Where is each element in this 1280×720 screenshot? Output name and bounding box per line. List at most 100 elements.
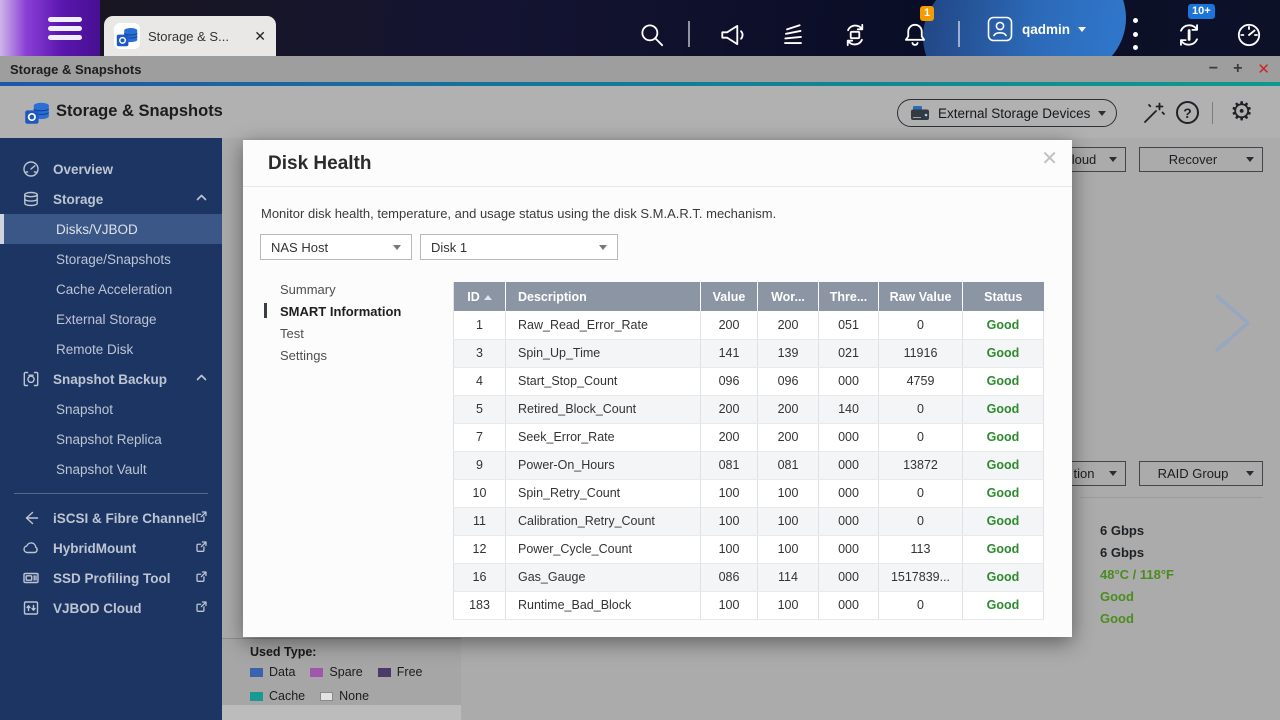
table-row[interactable]: 183Runtime_Bad_Block1001000000Good [454, 591, 1044, 619]
dashboard-icon[interactable] [1234, 20, 1264, 50]
sidebar-item-snapshot[interactable]: Snapshot [0, 394, 222, 424]
table-cell: 0 [879, 591, 963, 619]
table-cell: 081 [758, 451, 819, 479]
dialog-close-icon[interactable]: ✕ [1041, 146, 1058, 171]
column-header-description[interactable]: Description [506, 282, 701, 311]
table-cell: Seek_Error_Rate [506, 423, 701, 451]
table-cell: 7 [454, 423, 506, 451]
background-tasks-badge: 10+ [1188, 4, 1215, 19]
table-cell: 12 [454, 535, 506, 563]
header-divider [1212, 102, 1213, 124]
sidebar-item-overview[interactable]: Overview [0, 154, 222, 184]
sidebar-item-external-storage[interactable]: External Storage [0, 304, 222, 334]
table-cell: 100 [758, 507, 819, 535]
column-header-value[interactable]: Value [701, 282, 758, 311]
sidebar-item-vjbod-cloud[interactable]: VJBOD Cloud [0, 593, 222, 623]
column-header-thre-[interactable]: Thre... [819, 282, 879, 311]
sidebar-item-snapshot-vault[interactable]: Snapshot Vault [0, 454, 222, 484]
sidebar-item-storage[interactable]: Storage [0, 184, 222, 214]
window-maximize-icon[interactable]: + [1233, 61, 1242, 77]
user-menu[interactable]: qadmin [986, 15, 1086, 43]
sidebar-item-label: Storage [53, 192, 103, 207]
table-cell: 000 [819, 507, 879, 535]
nas-host-select[interactable]: NAS Host [260, 234, 412, 260]
sidebar-item-label: Remote Disk [56, 342, 133, 357]
tab-close-icon[interactable]: ✕ [254, 28, 266, 45]
table-cell: 0 [879, 507, 963, 535]
sidebar-item-hybridmount[interactable]: HybridMount [0, 533, 222, 563]
raid-group-dropdown-button[interactable]: RAID Group [1139, 461, 1263, 486]
chevron-up-icon[interactable] [195, 371, 208, 387]
table-row[interactable]: 9Power-On_Hours08108100013872Good [454, 451, 1044, 479]
sidebar-item-ssd-profiling-tool[interactable]: SSD Profiling Tool [0, 563, 222, 593]
sidebar-item-label: Snapshot [56, 402, 113, 417]
table-cell: 200 [758, 423, 819, 451]
dialog-nav-smart-information[interactable]: SMART Information [280, 300, 401, 322]
ssd-icon [22, 569, 40, 587]
table-cell: 200 [701, 395, 758, 423]
column-header-wor-[interactable]: Wor... [758, 282, 819, 311]
sidebar-item-remote-disk[interactable]: Remote Disk [0, 334, 222, 364]
table-row[interactable]: 12Power_Cycle_Count100100000113Good [454, 535, 1044, 563]
dialog-nav-test[interactable]: Test [280, 322, 401, 344]
table-cell: 000 [819, 591, 879, 619]
dialog-nav-settings[interactable]: Settings [280, 344, 401, 366]
table-row[interactable]: 1Raw_Read_Error_Rate2002000510Good [454, 311, 1044, 339]
table-row[interactable]: 10Spin_Retry_Count1001000000Good [454, 479, 1044, 507]
background-tasks-icon[interactable] [1174, 20, 1204, 50]
sidebar-item-cache-acceleration[interactable]: Cache Acceleration [0, 274, 222, 304]
table-row[interactable]: 7Seek_Error_Rate2002000000Good [454, 423, 1044, 451]
search-icon[interactable] [637, 20, 667, 50]
magic-wand-icon[interactable] [1141, 100, 1167, 126]
sync-status-icon[interactable] [840, 20, 870, 50]
notification-bell-icon[interactable] [900, 20, 930, 50]
carousel-next-icon[interactable] [1212, 292, 1254, 359]
sidebar-item-label: External Storage [56, 312, 157, 327]
table-row[interactable]: 4Start_Stop_Count0960960004759Good [454, 367, 1044, 395]
table-row[interactable]: 16Gas_Gauge0861140001517839...Good [454, 563, 1044, 591]
table-cell: 0 [879, 311, 963, 339]
table-cell: 000 [819, 367, 879, 395]
sidebar-item-label: HybridMount [53, 541, 136, 556]
table-cell: 1 [454, 311, 506, 339]
legend-swatch [250, 692, 263, 701]
settings-gear-icon[interactable]: ⚙ [1230, 98, 1256, 124]
more-options-icon[interactable] [1128, 18, 1142, 50]
sidebar-divider [14, 493, 208, 494]
table-row[interactable]: 11Calibration_Retry_Count1001000000Good [454, 507, 1044, 535]
sidebar-item-snapshot-backup[interactable]: Snapshot Backup [0, 364, 222, 394]
column-header-raw-value[interactable]: Raw Value [879, 282, 963, 311]
disk-select[interactable]: Disk 1 [420, 234, 618, 260]
sidebar-item-disks-vjbod[interactable]: Disks/VJBOD [0, 214, 222, 244]
column-header-status[interactable]: Status [963, 282, 1044, 311]
help-icon[interactable]: ? [1176, 101, 1202, 127]
table-cell: 0 [879, 395, 963, 423]
chevron-up-icon[interactable] [195, 191, 208, 207]
window-minimize-icon[interactable]: − [1209, 61, 1218, 77]
table-row[interactable]: 3Spin_Up_Time14113902111916Good [454, 339, 1044, 367]
dialog-title: Disk Health [268, 153, 371, 175]
dialog-nav: SummarySMART InformationTestSettings [280, 278, 401, 366]
table-cell: 139 [758, 339, 819, 367]
window-close-icon[interactable]: ✕ [1257, 62, 1270, 77]
sidebar-item-storage-snapshots[interactable]: Storage/Snapshots [0, 244, 222, 274]
drive-arrows-icon [22, 599, 40, 617]
dialog-nav-summary[interactable]: Summary [280, 278, 401, 300]
table-row[interactable]: 5Retired_Block_Count2002001400Good [454, 395, 1044, 423]
table-cell: 000 [819, 535, 879, 563]
table-cell: 100 [701, 591, 758, 619]
sidebar-item-iscsi-fibre-channel[interactable]: iSCSI & Fibre Channel [0, 503, 222, 533]
disk-info-value: Good [1100, 589, 1134, 604]
recover-dropdown-button[interactable]: Recover [1139, 147, 1263, 172]
device-selector-dropdown[interactable]: External Storage Devices [897, 99, 1117, 127]
taskbar-divider [958, 21, 960, 47]
event-log-icon[interactable] [778, 20, 808, 50]
legend-label: None [339, 689, 369, 703]
column-header-id[interactable]: ID [454, 282, 506, 311]
app-tab-storage-snapshots[interactable]: Storage & S... ✕ [104, 16, 276, 56]
announcement-icon[interactable] [718, 20, 748, 50]
sidebar-item-snapshot-replica[interactable]: Snapshot Replica [0, 424, 222, 454]
table-cell: 5 [454, 395, 506, 423]
hamburger-menu-icon[interactable] [48, 17, 82, 44]
status-cell: Good [963, 395, 1044, 423]
